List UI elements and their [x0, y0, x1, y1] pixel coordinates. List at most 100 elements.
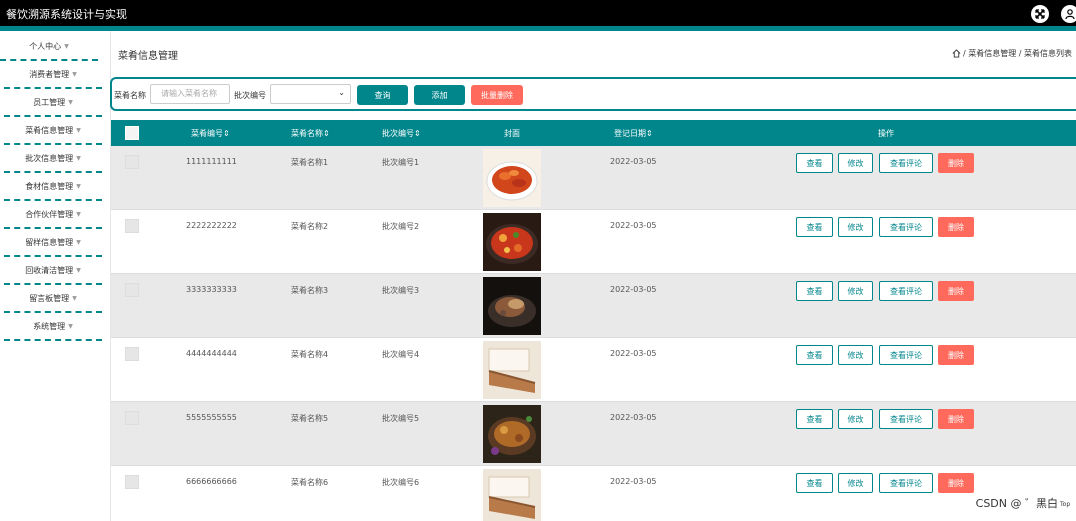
view-button[interactable]: 查看 [796, 345, 833, 365]
chevron-down-icon: ▼ [76, 238, 81, 246]
delete-button[interactable]: 删除 [938, 153, 974, 173]
header-label: 批次编号 [382, 129, 414, 138]
sidebar-item-cleaning[interactable]: 回收清洁管理 ▼ [4, 257, 102, 285]
header-batch-code[interactable]: 批次编号⇕ [382, 128, 421, 139]
dish-name-cell: 菜肴名称2 [291, 222, 329, 231]
batch-code-cell: 批次编号3 [382, 286, 420, 295]
row-checkbox[interactable] [125, 155, 139, 169]
dish-name-cell: 菜肴名称6 [291, 478, 329, 487]
date-cell: 2022-03-05 [610, 349, 657, 358]
sidebar-item-dishes[interactable]: 菜肴信息管理 ▼ [4, 117, 102, 145]
batch-code-select[interactable]: ⌄ [270, 84, 351, 104]
table-row: 6666666666 菜肴名称6 批次编号6 2022-03-05 查看 修改 … [111, 466, 1076, 521]
edit-button[interactable]: 修改 [838, 281, 873, 301]
table-row: 4444444444 菜肴名称4 批次编号4 2022-03-05 查看 修改 … [111, 338, 1076, 402]
row-checkbox[interactable] [125, 219, 139, 233]
dish-name-cell: 菜肴名称1 [291, 158, 329, 167]
view-comments-button[interactable]: 查看评论 [879, 409, 933, 429]
row-checkbox[interactable] [125, 347, 139, 361]
edit-button[interactable]: 修改 [838, 345, 873, 365]
view-comments-button[interactable]: 查看评论 [879, 473, 933, 493]
sidebar-item-consumers[interactable]: 消费者管理 ▼ [4, 61, 102, 89]
header-dish-code[interactable]: 菜肴编号⇕ [191, 128, 230, 139]
chevron-down-icon: ▼ [76, 126, 81, 134]
header-label: 菜肴编号 [191, 129, 223, 138]
view-comments-button[interactable]: 查看评论 [879, 281, 933, 301]
view-button[interactable]: 查看 [796, 409, 833, 429]
view-comments-button[interactable]: 查看评论 [879, 217, 933, 237]
sidebar-item-label: 合作伙伴管理 [25, 209, 74, 219]
delete-button[interactable]: 删除 [938, 409, 974, 429]
sidebar-item-ingredients[interactable]: 食材信息管理 ▼ [4, 173, 102, 201]
sidebar-item-label: 个人中心 [29, 41, 62, 51]
sidebar-item-staff[interactable]: 员工管理 ▼ [4, 89, 102, 117]
sidebar-item-label: 消费者管理 [29, 69, 70, 79]
delete-button[interactable]: 删除 [938, 217, 974, 237]
view-button[interactable]: 查看 [796, 217, 833, 237]
dish-code-cell: 4444444444 [186, 349, 237, 358]
page-title: 菜肴信息管理 [118, 51, 178, 62]
row-checkbox[interactable] [125, 475, 139, 489]
edit-button[interactable]: 修改 [838, 217, 873, 237]
table-row: 2222222222 菜肴名称2 批次编号2 2022-03-05 查看 修改 … [111, 210, 1076, 274]
view-comments-button[interactable]: 查看评论 [879, 153, 933, 173]
header-actions: 操作 [878, 129, 894, 138]
sidebar-item-label: 食材信息管理 [25, 181, 74, 191]
edit-button[interactable]: 修改 [838, 409, 873, 429]
row-checkbox[interactable] [125, 283, 139, 297]
top-bar: 餐饮溯源系统设计与实现 [0, 0, 1076, 31]
home-icon[interactable] [952, 49, 961, 58]
view-comments-button[interactable]: 查看评论 [879, 345, 933, 365]
sidebar-item-messages[interactable]: 留言板管理 ▼ [4, 285, 102, 313]
sidebar-item-partners[interactable]: 合作伙伴管理 ▼ [4, 201, 102, 229]
header-date[interactable]: 登记日期⇕ [614, 128, 653, 139]
cover-image[interactable] [483, 341, 541, 399]
sidebar-item-label: 批次信息管理 [25, 153, 74, 163]
table-row: 5555555555 菜肴名称5 批次编号5 2022-03-05 查看 修改 … [111, 402, 1076, 466]
sidebar-item-label: 留样信息管理 [25, 237, 74, 247]
date-cell: 2022-03-05 [610, 413, 657, 422]
sidebar-item-label: 员工管理 [33, 97, 66, 107]
query-button[interactable]: 查询 [357, 85, 408, 105]
header-label: 登记日期 [614, 129, 646, 138]
chevron-down-icon: ▼ [76, 210, 81, 218]
dish-code-cell: 2222222222 [186, 221, 237, 230]
cover-image[interactable] [483, 405, 541, 463]
dish-name-input[interactable]: 请输入菜肴名称 [150, 84, 230, 104]
cover-image[interactable] [483, 213, 541, 271]
delete-button[interactable]: 删除 [938, 281, 974, 301]
header-dish-name[interactable]: 菜肴名称⇕ [291, 128, 330, 139]
sidebar-item-system[interactable]: 系统管理 ▼ [4, 313, 102, 341]
breadcrumb: / 菜肴信息管理 / 菜肴信息列表 [952, 48, 1072, 59]
chevron-down-icon: ▼ [68, 98, 73, 106]
dish-name-cell: 菜肴名称3 [291, 286, 329, 295]
header-label: 菜肴名称 [291, 129, 323, 138]
top-accent-bar [0, 26, 1076, 31]
sidebar-item-samples[interactable]: 留样信息管理 ▼ [4, 229, 102, 257]
view-button[interactable]: 查看 [796, 153, 833, 173]
cover-image[interactable] [483, 469, 541, 521]
chevron-down-icon: ⌄ [338, 88, 345, 97]
batch-delete-button[interactable]: 批量删除 [471, 85, 523, 105]
row-checkbox[interactable] [125, 411, 139, 425]
view-button[interactable]: 查看 [796, 281, 833, 301]
select-all-checkbox[interactable] [125, 126, 139, 140]
breadcrumb-text[interactable]: / 菜肴信息管理 / 菜肴信息列表 [963, 48, 1072, 59]
sidebar-item-profile[interactable]: 个人中心 ▼ [0, 33, 98, 61]
delete-button[interactable]: 删除 [938, 345, 974, 365]
user-icon[interactable] [1061, 5, 1076, 23]
cover-image[interactable] [483, 277, 541, 335]
app-title: 餐饮溯源系统设计与实现 [6, 8, 127, 21]
dish-code-cell: 6666666666 [186, 477, 237, 486]
back-to-top-button[interactable]: Top [1060, 501, 1076, 515]
cover-image[interactable] [483, 149, 541, 207]
chevron-down-icon: ▼ [68, 322, 73, 330]
view-button[interactable]: 查看 [796, 473, 833, 493]
edit-button[interactable]: 修改 [838, 473, 873, 493]
edit-button[interactable]: 修改 [838, 153, 873, 173]
sidebar-item-batches[interactable]: 批次信息管理 ▼ [4, 145, 102, 173]
fullscreen-icon[interactable] [1031, 5, 1049, 23]
add-button[interactable]: 添加 [414, 85, 465, 105]
table-row: 1111111111 菜肴名称1 批次编号1 2022-03-05 查看 修改 … [111, 146, 1076, 210]
delete-button[interactable]: 删除 [938, 473, 974, 493]
